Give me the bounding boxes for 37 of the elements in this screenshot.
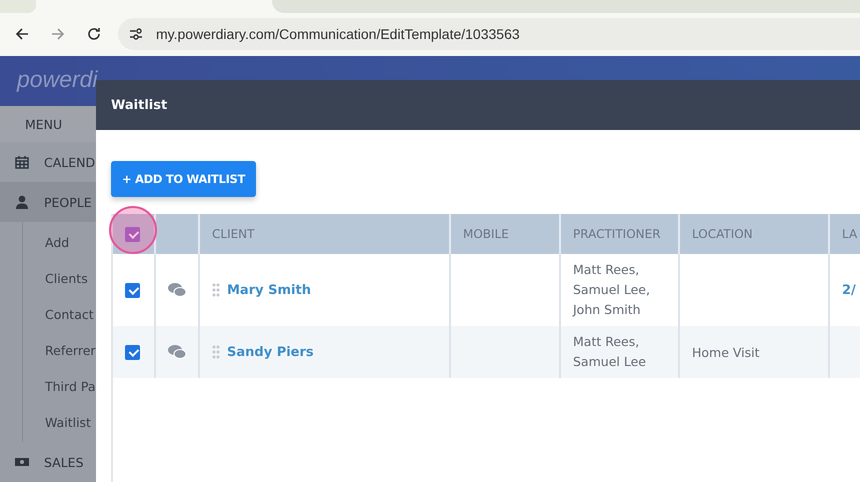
client-link[interactable]: Mary Smith (227, 282, 311, 298)
add-to-waitlist-button[interactable]: + ADD TO WAITLIST (111, 161, 256, 197)
app-logo: powerdi (17, 66, 98, 92)
sidebar-subitem[interactable]: Contact (23, 296, 96, 332)
address-field[interactable]: my.powerdiary.com/Communication/EditTemplate/1033563 (118, 18, 860, 50)
table-cell-text: Matt Rees, (573, 333, 640, 351)
sidebar-subitem[interactable]: Referrer (23, 332, 96, 368)
table-cell-text: Samuel Lee (573, 353, 646, 371)
sidebar-subitem[interactable]: Third Pa (23, 368, 96, 404)
sidebar-subitem[interactable]: Waitlist (23, 404, 96, 440)
calendar-icon (14, 154, 30, 170)
date-link[interactable]: 2/ (842, 282, 856, 298)
drag-handle-icon[interactable] (212, 283, 220, 297)
select-all-checkbox[interactable] (125, 226, 140, 242)
row-checkbox[interactable] (125, 344, 140, 360)
table-cell-text: Samuel Lee, (573, 281, 650, 299)
forward-icon[interactable] (50, 26, 66, 42)
sidebar-item[interactable]: SALES (0, 442, 96, 482)
sidebar-subitem[interactable]: Clients (23, 260, 96, 296)
client-link[interactable]: Sandy Piers (227, 344, 314, 360)
sidebar-item[interactable]: PEOPLE (0, 182, 96, 222)
table-cell-text: John Smith (573, 301, 641, 319)
reload-icon[interactable] (86, 26, 102, 42)
table-cell: Home Visit (692, 344, 760, 360)
drag-handle-icon[interactable] (212, 345, 220, 359)
sidebar-subitem[interactable]: Add (23, 224, 96, 260)
site-settings-icon[interactable] (128, 26, 144, 42)
back-icon[interactable] (14, 26, 30, 42)
chat-icon[interactable] (167, 282, 187, 298)
person-icon (14, 194, 30, 210)
sidebar-item[interactable]: CALEND (0, 142, 96, 182)
menu-label: MENU (0, 106, 96, 142)
column-header[interactable]: LA (830, 214, 860, 254)
modal-title: Waitlist (111, 98, 168, 112)
row-checkbox[interactable] (125, 282, 140, 298)
chat-icon[interactable] (167, 344, 187, 360)
table-cell-text: Matt Rees, (573, 261, 640, 279)
